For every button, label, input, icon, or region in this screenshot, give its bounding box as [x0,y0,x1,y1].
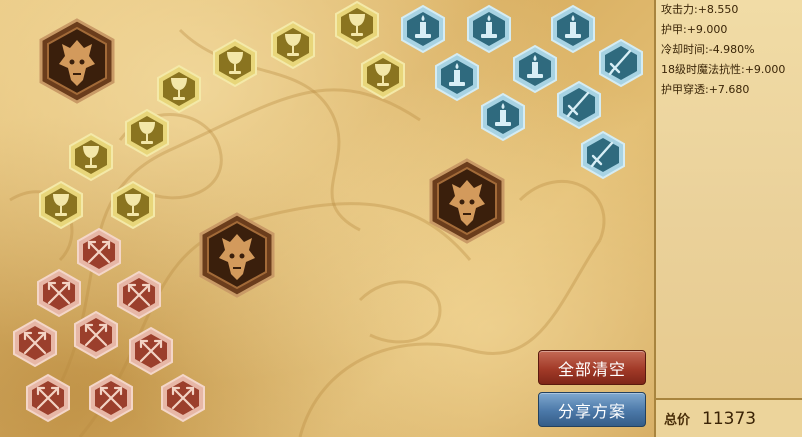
rune-board: 全部清空 分享方案 [0,0,654,437]
blue-rune[interactable] [466,4,512,54]
red-rune[interactable] [160,373,206,423]
keystone-rune[interactable] [428,158,506,244]
stat-value: +9.000 [744,63,786,76]
red-rune[interactable] [73,310,119,360]
blue-rune[interactable] [556,80,602,130]
total-price-label: 总价 [664,413,691,428]
blue-rune[interactable] [512,44,558,94]
stat-row: 攻击力:+8.550 [661,3,739,16]
yellow-rune[interactable] [212,38,258,88]
stat-value: +8.550 [697,3,739,16]
yellow-rune[interactable] [334,0,380,50]
blue-rune[interactable] [598,38,644,88]
red-rune[interactable] [25,373,71,423]
keystone-rune[interactable] [38,18,116,104]
stat-row: 18级时魔法抗性:+9.000 [661,63,786,76]
red-rune[interactable] [12,318,58,368]
stat-value: +9.000 [686,23,728,36]
stat-value: -4.980% [708,43,755,56]
red-rune[interactable] [116,270,162,320]
yellow-rune[interactable] [110,180,156,230]
share-build-button[interactable]: 分享方案 [538,392,646,427]
blue-rune[interactable] [580,130,626,180]
blue-rune[interactable] [480,92,526,142]
yellow-rune[interactable] [38,180,84,230]
total-price-bar: 总价 11373 [654,398,802,437]
stats-panel: 攻击力:+8.550 护甲:+9.000 冷却时间:-4.980% 18级时魔法… [654,0,802,437]
stat-label: 护甲穿透 [661,83,705,96]
yellow-rune[interactable] [68,132,114,182]
yellow-rune[interactable] [270,20,316,70]
stat-label: 攻击力 [661,3,694,16]
red-rune[interactable] [88,373,134,423]
stat-row: 冷却时间:-4.980% [661,43,755,56]
blue-rune[interactable] [434,52,480,102]
rune-page: 全部清空 分享方案 攻击力:+8.550 护甲:+9.000 冷却时间:-4.9… [0,0,802,437]
red-rune[interactable] [128,326,174,376]
yellow-rune[interactable] [124,108,170,158]
yellow-rune[interactable] [360,50,406,100]
blue-rune[interactable] [400,4,446,54]
stat-value: +7.680 [708,83,750,96]
stat-row: 护甲:+9.000 [661,23,728,36]
keystone-rune[interactable] [198,212,276,298]
stat-label: 护甲 [661,23,683,36]
yellow-rune[interactable] [156,64,202,114]
stat-row: 护甲穿透:+7.680 [661,83,750,96]
total-price-value: 11373 [702,408,757,429]
stat-label: 冷却时间 [661,43,705,56]
clear-all-button[interactable]: 全部清空 [538,350,646,385]
stat-label: 18级时魔法抗性 [661,63,741,76]
